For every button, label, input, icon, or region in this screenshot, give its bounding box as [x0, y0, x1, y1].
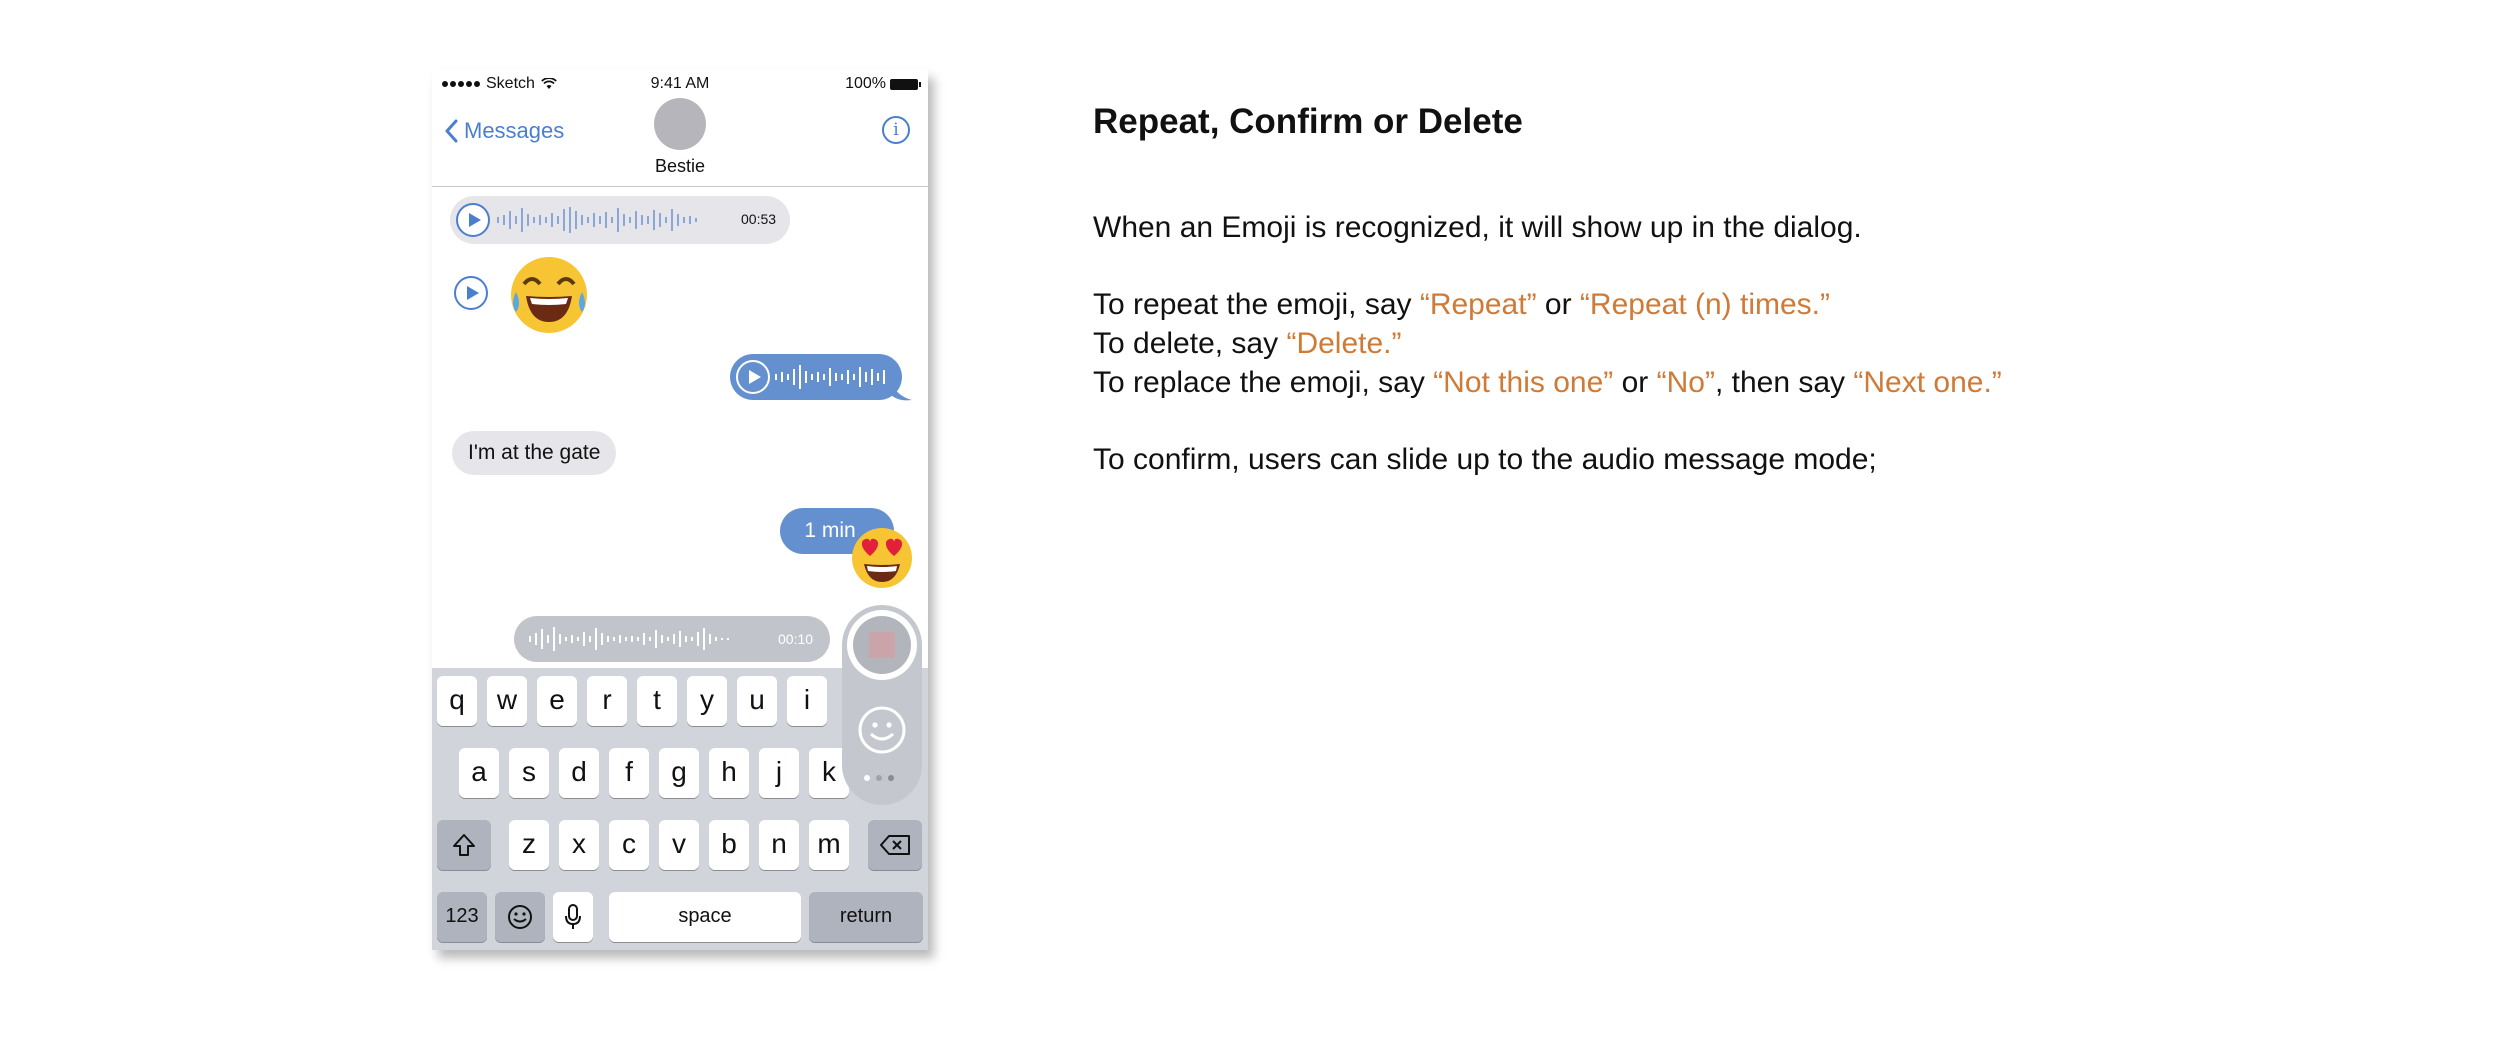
- replace-or: or: [1613, 366, 1657, 399]
- no-command: “No”: [1656, 366, 1715, 399]
- recording-waveform-bar: 00:10: [514, 616, 830, 662]
- delete-prefix: To delete, say: [1093, 327, 1287, 360]
- key-e[interactable]: e: [537, 676, 577, 726]
- audio-duration: 00:53: [741, 211, 777, 227]
- delete-instruction: To delete, say “Delete.”: [1093, 327, 1402, 361]
- record-button-inner: [853, 616, 911, 674]
- key-g[interactable]: g: [659, 748, 699, 798]
- battery-group: 100%: [845, 75, 921, 93]
- delete-key[interactable]: [868, 820, 922, 870]
- replace-instruction: To replace the emoji, say “Not this one”…: [1093, 366, 2002, 400]
- phone-mockup: Sketch 9:41 AM 100% Messages Bestie i 00…: [432, 70, 928, 950]
- contact-name: Bestie: [654, 156, 706, 176]
- battery-percent: 100%: [845, 75, 886, 92]
- key-r[interactable]: r: [587, 676, 627, 726]
- key-f[interactable]: f: [609, 748, 649, 798]
- key-j[interactable]: j: [759, 748, 799, 798]
- bubble-tail: [890, 380, 912, 401]
- repeat-or: or: [1536, 288, 1580, 321]
- repeat-times-command: “Repeat (n) times.”: [1579, 288, 1830, 321]
- key-s[interactable]: s: [509, 748, 549, 798]
- play-icon[interactable]: [456, 203, 490, 237]
- message-text: I'm at the gate: [468, 441, 601, 464]
- key-a[interactable]: a: [459, 748, 499, 798]
- delete-command: “Delete.”: [1286, 327, 1402, 360]
- numbers-key[interactable]: 123: [437, 892, 487, 942]
- back-button[interactable]: Messages: [444, 118, 564, 144]
- return-key[interactable]: return: [809, 892, 923, 942]
- microphone-icon: [565, 904, 581, 929]
- waveform: [497, 207, 697, 233]
- key-m[interactable]: m: [809, 820, 849, 870]
- play-icon[interactable]: [736, 360, 770, 394]
- backspace-icon: [880, 835, 910, 855]
- space-key[interactable]: space: [609, 892, 801, 942]
- received-audio-bubble[interactable]: 00:53: [450, 196, 790, 244]
- key-x[interactable]: x: [559, 820, 599, 870]
- shift-icon: [453, 834, 475, 856]
- key-d[interactable]: d: [559, 748, 599, 798]
- key-h[interactable]: h: [709, 748, 749, 798]
- replace-prefix: To replace the emoji, say: [1093, 366, 1434, 399]
- message-text: 1 min: [804, 519, 856, 542]
- chevron-left-icon: [445, 119, 458, 143]
- record-button[interactable]: [847, 610, 917, 680]
- received-text-bubble: I'm at the gate: [452, 431, 617, 475]
- key-v[interactable]: v: [659, 820, 699, 870]
- shift-key[interactable]: [437, 820, 491, 870]
- voice-emoji-panel[interactable]: [842, 605, 922, 805]
- status-bar: Sketch 9:41 AM 100%: [432, 70, 928, 96]
- key-i[interactable]: i: [787, 676, 827, 726]
- emoji-keyboard-key[interactable]: [495, 892, 545, 942]
- waveform: [529, 627, 729, 651]
- key-u[interactable]: u: [737, 676, 777, 726]
- intro-text: When an Emoji is recognized, it will sho…: [1093, 211, 1862, 244]
- waveform: [775, 365, 885, 389]
- stop-icon: [869, 632, 895, 658]
- avatar[interactable]: [654, 98, 706, 150]
- page-title: Repeat, Confirm or Delete: [1093, 102, 1523, 141]
- play-icon[interactable]: [454, 276, 488, 310]
- key-w[interactable]: w: [487, 676, 527, 726]
- repeat-prefix: To repeat the emoji, say: [1093, 288, 1420, 321]
- confirm-instruction: To confirm, users can slide up to the au…: [1093, 443, 1877, 476]
- not-this-one-command: “Not this one”: [1433, 366, 1614, 399]
- key-q[interactable]: q: [437, 676, 477, 726]
- recording-duration: 00:10: [778, 631, 814, 647]
- key-b[interactable]: b: [709, 820, 749, 870]
- back-label: Messages: [464, 118, 565, 143]
- key-z[interactable]: z: [509, 820, 549, 870]
- sent-audio-bubble[interactable]: [730, 354, 902, 400]
- page-indicator: [864, 775, 894, 781]
- dictation-key[interactable]: [553, 892, 593, 942]
- smiley-icon: [508, 905, 532, 929]
- key-c[interactable]: c: [609, 820, 649, 870]
- next-one-command: “Next one.”: [1853, 366, 2002, 399]
- smiley-icon[interactable]: [857, 705, 907, 755]
- info-button[interactable]: i: [882, 116, 910, 144]
- laughing-emoji-icon: [511, 257, 587, 333]
- battery-icon: [890, 78, 921, 90]
- heart-eyes-emoji-icon: [852, 528, 912, 588]
- key-n[interactable]: n: [759, 820, 799, 870]
- replace-then: , then say: [1714, 366, 1854, 399]
- key-y[interactable]: y: [687, 676, 727, 726]
- repeat-command: “Repeat”: [1419, 288, 1537, 321]
- repeat-instruction: To repeat the emoji, say “Repeat” or “Re…: [1093, 288, 1830, 322]
- key-t[interactable]: t: [637, 676, 677, 726]
- conversation-header: Messages Bestie i: [432, 96, 928, 187]
